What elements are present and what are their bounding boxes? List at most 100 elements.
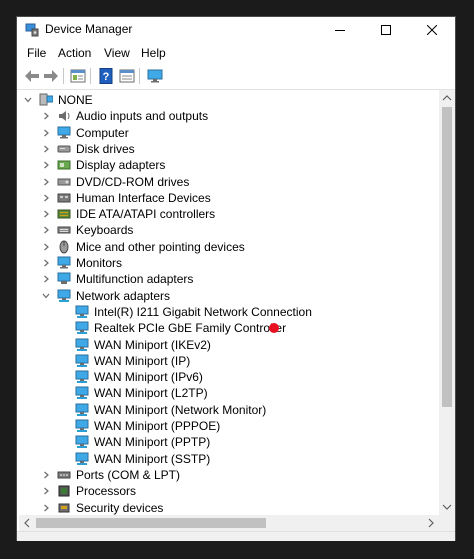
tree-category[interactable]: Human Interface Devices [19, 190, 439, 206]
tree-item-label: WAN Miniport (IKEv2) [94, 337, 211, 352]
device-tree[interactable]: NONE Audio inputs and outputs Computer Disk… [19, 90, 439, 515]
tree-category[interactable]: Network adapters [19, 288, 439, 304]
chevron-right-icon[interactable] [41, 128, 51, 138]
chevron-right-icon[interactable] [41, 209, 51, 219]
tree-item-label: Multifunction adapters [76, 272, 194, 287]
speaker-icon [57, 109, 71, 123]
properties-button[interactable] [69, 67, 87, 85]
tree-category[interactable]: Processors [19, 483, 439, 499]
tree-category[interactable]: Display adapters [19, 157, 439, 173]
forward-button[interactable] [42, 67, 60, 85]
tree-category[interactable]: IDE ATA/ATAPI controllers [19, 206, 439, 222]
maximize-button[interactable] [363, 17, 409, 43]
tree-device[interactable]: WAN Miniport (L2TP) [19, 385, 439, 401]
back-button[interactable] [23, 67, 41, 85]
tree-category[interactable]: Disk drives [19, 141, 439, 157]
tree-item-label: WAN Miniport (IPv6) [94, 370, 203, 385]
close-button[interactable] [409, 17, 455, 43]
close-icon [427, 25, 437, 35]
tree-device[interactable]: WAN Miniport (IP) [19, 353, 439, 369]
dvd-icon [57, 175, 71, 189]
menu-view[interactable]: View [104, 46, 130, 60]
tree-device[interactable]: WAN Miniport (IKEv2) [19, 337, 439, 353]
tree-item-label: WAN Miniport (PPPOE) [94, 419, 221, 433]
chevron-down-icon[interactable] [23, 95, 33, 105]
menu-help[interactable]: Help [141, 46, 166, 60]
tree-category[interactable]: DVD/CD-ROM drives [19, 174, 439, 190]
chevron-right-icon[interactable] [41, 486, 51, 496]
tree-device[interactable]: WAN Miniport (Network Monitor) [19, 402, 439, 418]
tree-category[interactable]: Audio inputs and outputs [19, 108, 439, 124]
tree-device[interactable]: Intel(R) I211 Gigabit Network Connection [19, 304, 439, 320]
tree-item-label: Monitors [76, 256, 123, 270]
title-bar[interactable]: Device Manager [17, 17, 455, 43]
maximize-icon [381, 25, 391, 35]
toolbar-separator [90, 68, 91, 84]
chevron-right-icon[interactable] [41, 144, 51, 154]
toolbar: ? [17, 63, 455, 90]
forward-icon [44, 70, 58, 82]
chevron-right-icon[interactable] [41, 258, 51, 268]
tree-category[interactable]: Mice and other pointing devices [19, 239, 439, 255]
chevron-right-icon[interactable] [41, 470, 51, 480]
vertical-scroll-thumb[interactable] [442, 107, 452, 407]
network-adapter-icon [75, 435, 89, 449]
scan-hardware-button[interactable] [146, 67, 164, 85]
network-adapter-icon [75, 338, 89, 352]
chevron-right-icon[interactable] [41, 503, 51, 513]
minimize-button[interactable] [317, 17, 363, 43]
tree-item-label: NONE [58, 93, 93, 107]
help-icon: ? [99, 68, 113, 84]
network-adapter-icon [75, 305, 89, 319]
tree-item-label: WAN Miniport (L2TP) [94, 386, 208, 401]
chevron-right-icon[interactable] [41, 160, 51, 170]
keyboard-icon [57, 223, 71, 237]
tree-item-label: Realtek PCIe GbE Family Controller [94, 321, 287, 336]
chevron-right-icon[interactable] [41, 242, 51, 252]
tree-category[interactable]: Computer [19, 125, 439, 141]
tree-category[interactable]: Security devices [19, 500, 439, 516]
network-adapter-icon [75, 386, 89, 400]
menu-file[interactable]: File [27, 46, 46, 60]
vertical-scrollbar[interactable] [439, 90, 455, 515]
horizontal-scrollbar[interactable] [19, 515, 439, 531]
tree-item-label: Human Interface Devices [76, 190, 211, 205]
show-hidden-icon [119, 69, 135, 83]
chevron-right-icon[interactable] [41, 274, 51, 284]
tree-device[interactable]: WAN Miniport (IPv6) [19, 369, 439, 385]
show-hidden-button[interactable] [118, 67, 136, 85]
tree-category[interactable]: Ports (COM & LPT) [19, 467, 439, 483]
computer-icon [39, 93, 54, 107]
chevron-right-icon[interactable] [41, 193, 51, 203]
network-adapter-icon [57, 289, 71, 303]
tree-item-label: WAN Miniport (PPTP) [94, 435, 211, 450]
disk-drive-icon [57, 142, 71, 156]
tree-root[interactable]: NONE [19, 92, 439, 108]
chevron-right-icon[interactable] [41, 225, 51, 235]
chevron-right-icon[interactable] [41, 111, 51, 121]
menu-action[interactable]: Action [58, 46, 91, 60]
tree-device[interactable]: Realtek PCIe GbE Family Controller [19, 320, 439, 336]
tree-device[interactable]: WAN Miniport (SSTP) [19, 451, 439, 467]
monitor-icon [57, 256, 71, 270]
tree-category[interactable]: Multifunction adapters [19, 271, 439, 287]
chevron-down-icon[interactable] [41, 291, 51, 301]
scroll-down-icon [442, 504, 452, 510]
network-adapter-icon [75, 403, 89, 417]
tree-item-label: Network adapters [76, 288, 171, 303]
help-button[interactable]: ? [97, 67, 115, 85]
monitor-icon [57, 126, 71, 140]
tree-category[interactable]: Keyboards [19, 222, 439, 238]
tree-item-label: WAN Miniport (SSTP) [94, 451, 211, 466]
tree-item-label: Disk drives [76, 141, 135, 156]
tree-item-label: Mice and other pointing devices [76, 239, 245, 254]
svg-text:?: ? [103, 71, 110, 83]
chevron-right-icon[interactable] [41, 177, 51, 187]
horizontal-scroll-thumb[interactable] [36, 518, 266, 528]
security-icon [57, 501, 71, 515]
display-adapter-icon [57, 158, 71, 172]
tree-category[interactable]: Monitors [19, 255, 439, 271]
ide-controller-icon [57, 207, 71, 221]
tree-device[interactable]: WAN Miniport (PPTP) [19, 434, 439, 450]
tree-device[interactable]: WAN Miniport (PPPOE) [19, 418, 439, 434]
